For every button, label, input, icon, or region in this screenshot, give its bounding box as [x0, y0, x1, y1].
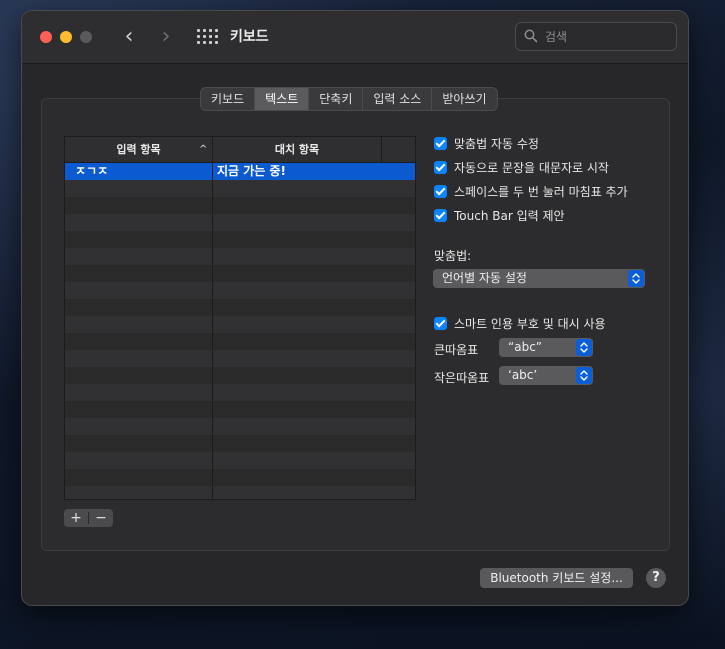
empty-table-row[interactable]	[65, 401, 415, 418]
single-quotes-popup[interactable]: ‘abc’	[499, 366, 593, 385]
empty-table-row[interactable]	[65, 214, 415, 231]
autocorrect-checkbox[interactable]: 맞춤법 자동 수정	[434, 135, 539, 151]
checkbox-checked-icon[interactable]	[434, 184, 447, 198]
search-input[interactable]	[543, 27, 671, 47]
forward-arrow-icon[interactable]: ›	[154, 24, 178, 50]
empty-table-row[interactable]	[65, 333, 415, 350]
double-space-period-checkbox[interactable]: 스페이스를 두 번 눌러 마침표 추가	[434, 183, 628, 199]
bluetooth-keyboard-setup-button[interactable]: Bluetooth 키보드 설정...	[480, 568, 633, 588]
column-header-replace-label: 입력 항목	[116, 143, 161, 156]
popup-arrows-icon	[628, 270, 644, 287]
auto-capitalize-label: 자동으로 문장을 대문자로 시작	[454, 160, 609, 175]
empty-table-row[interactable]	[65, 231, 415, 248]
tab-input-sources[interactable]: 입력 소스	[363, 88, 433, 110]
empty-table-row[interactable]	[65, 486, 415, 499]
single-quotes-value: ‘abc’	[508, 368, 538, 382]
column-header-replace[interactable]: 입력 항목 ^	[65, 137, 213, 162]
popup-arrows-icon	[576, 339, 592, 356]
table-header: 입력 항목 ^ 대치 항목	[65, 137, 415, 163]
double-space-period-label: 스페이스를 두 번 눌러 마침표 추가	[454, 184, 628, 199]
empty-table-row[interactable]	[65, 180, 415, 197]
table-rows: ㅈㄱㅈ 지금 가는 중!	[65, 163, 415, 499]
close-window-button[interactable]	[40, 31, 52, 43]
title-bar: ‹ › 키보드	[22, 11, 688, 64]
back-arrow-icon[interactable]: ‹	[117, 24, 141, 50]
tab-text[interactable]: 텍스트	[255, 88, 310, 110]
empty-table-row[interactable]	[65, 418, 415, 435]
empty-table-row[interactable]	[65, 316, 415, 333]
empty-table-row[interactable]	[65, 452, 415, 469]
column-divider	[212, 163, 213, 499]
zoom-window-button[interactable]	[80, 31, 92, 43]
preferences-window: ‹ › 키보드 키보드 텍스트 단축키 입력 소스 받아쓰기 입력 항목 ^	[22, 11, 688, 605]
checkbox-checked-icon[interactable]	[434, 136, 447, 150]
checkbox-checked-icon[interactable]	[434, 160, 447, 174]
column-header-with[interactable]: 대치 항목	[213, 137, 382, 162]
tab-bar: 키보드 텍스트 단축키 입력 소스 받아쓰기	[200, 87, 498, 111]
spelling-label: 맞춤법:	[434, 249, 472, 263]
window-title: 키보드	[230, 29, 269, 45]
minimize-window-button[interactable]	[60, 31, 72, 43]
empty-table-row[interactable]	[65, 265, 415, 282]
tab-keyboard[interactable]: 키보드	[201, 88, 256, 110]
remove-entry-button[interactable]: −	[89, 509, 113, 527]
auto-capitalize-checkbox[interactable]: 자동으로 문장을 대문자로 시작	[434, 159, 609, 175]
spelling-popup[interactable]: 언어별 자동 설정	[433, 269, 645, 288]
double-quotes-label: 큰따옴표	[434, 343, 479, 357]
tab-shortcuts[interactable]: 단축키	[309, 88, 364, 110]
cell-replace[interactable]: ㅈㄱㅈ	[75, 163, 205, 180]
touchbar-suggestions-checkbox[interactable]: Touch Bar 입력 제안	[434, 207, 565, 223]
empty-table-row[interactable]	[65, 367, 415, 384]
spelling-popup-value: 언어별 자동 설정	[442, 271, 527, 285]
empty-table-row[interactable]	[65, 299, 415, 316]
touchbar-suggestions-label: Touch Bar 입력 제안	[454, 208, 565, 223]
add-entry-button[interactable]: +	[64, 509, 88, 527]
double-quotes-popup[interactable]: “abc”	[499, 338, 593, 357]
empty-table-row[interactable]	[65, 350, 415, 367]
single-quotes-label: 작은따옴표	[434, 371, 490, 385]
cell-with[interactable]: 지금 가는 중!	[217, 163, 407, 180]
tab-dictation[interactable]: 받아쓰기	[432, 88, 496, 110]
double-quotes-value: “abc”	[508, 340, 543, 354]
help-button[interactable]: ?	[646, 568, 666, 588]
checkbox-checked-icon[interactable]	[434, 316, 447, 330]
empty-table-row[interactable]	[65, 248, 415, 265]
empty-table-row[interactable]	[65, 197, 415, 214]
empty-table-row[interactable]	[65, 435, 415, 452]
search-icon	[524, 29, 538, 43]
show-all-grid-icon[interactable]	[197, 29, 218, 45]
empty-table-row[interactable]	[65, 384, 415, 401]
text-replacement-table: 입력 항목 ^ 대치 항목 ㅈㄱㅈ 지금 가는 중!	[64, 136, 416, 500]
popup-arrows-icon	[576, 367, 592, 384]
checkbox-checked-icon[interactable]	[434, 208, 447, 222]
smart-quotes-label: 스마트 인용 부호 및 대시 사용	[454, 316, 606, 331]
autocorrect-label: 맞춤법 자동 수정	[454, 136, 539, 151]
smart-quotes-checkbox[interactable]: 스마트 인용 부호 및 대시 사용	[434, 315, 606, 331]
sort-ascending-icon: ^	[199, 144, 208, 155]
add-remove-control: + −	[64, 509, 113, 527]
empty-table-row[interactable]	[65, 282, 415, 299]
search-field[interactable]	[515, 22, 677, 51]
empty-table-row[interactable]	[65, 469, 415, 486]
table-row[interactable]: ㅈㄱㅈ 지금 가는 중!	[65, 163, 415, 180]
